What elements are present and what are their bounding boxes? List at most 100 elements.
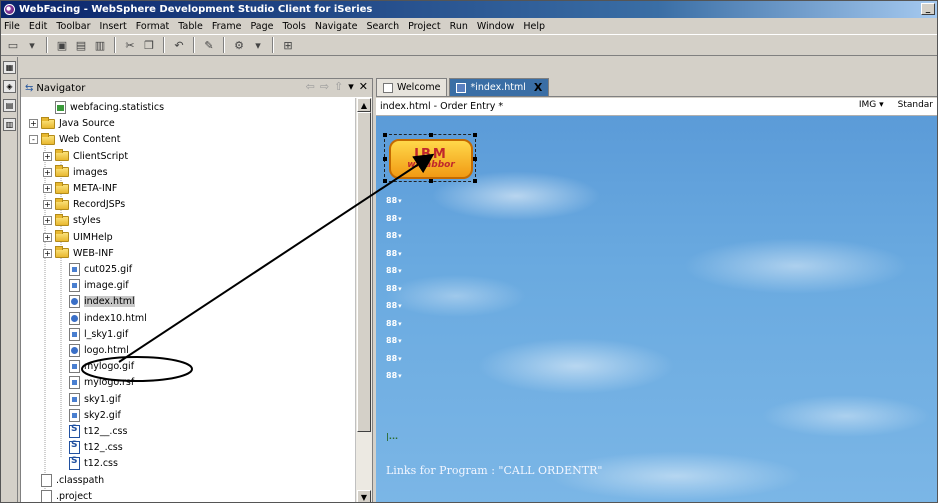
tree-item[interactable]: .classpath — [29, 473, 104, 488]
standard-dropdown[interactable]: Standar — [898, 100, 933, 110]
resource-perspective-icon[interactable]: ▤ — [3, 99, 16, 112]
view-menu-icon[interactable]: ▾ — [348, 80, 354, 93]
logo-selection[interactable]: IBM wfLabbor — [383, 133, 477, 183]
menu-file[interactable]: File — [4, 21, 20, 32]
input-field-tag[interactable]: 88 — [386, 249, 402, 258]
web-perspective-icon[interactable]: ◈ — [3, 80, 16, 93]
input-field-tag[interactable]: 88 — [386, 371, 402, 380]
scroll-thumb[interactable] — [357, 112, 371, 432]
back-icon[interactable]: ⇦ — [306, 80, 315, 93]
table-icon[interactable]: ⊞ — [280, 37, 296, 53]
tree-item[interactable]: t12_.css — [57, 440, 123, 455]
expand-icon[interactable]: + — [43, 184, 52, 193]
print-icon[interactable]: ▥ — [92, 37, 108, 53]
tree-item[interactable]: .project — [29, 489, 92, 502]
tree-item[interactable]: + META-INF — [43, 181, 117, 196]
tab-welcome[interactable]: Welcome — [376, 78, 448, 96]
tree-item[interactable]: mylogo.gif — [57, 359, 134, 374]
menu-project[interactable]: Project — [408, 21, 441, 32]
resize-handle[interactable] — [429, 179, 433, 183]
menu-table[interactable]: Table — [178, 21, 203, 32]
menu-toolbar[interactable]: Toolbar — [56, 21, 90, 32]
minimize-button[interactable]: _ — [921, 3, 935, 15]
java-perspective-icon[interactable]: ▥ — [3, 118, 16, 131]
close-tab-icon[interactable]: X — [534, 81, 542, 94]
input-field-tag[interactable]: 88 — [386, 266, 402, 275]
run-icon[interactable]: ⚙ — [231, 37, 247, 53]
tree-item[interactable]: + UIMHelp — [43, 230, 113, 245]
tree-item[interactable]: + WEB-INF — [43, 246, 114, 261]
expand-icon[interactable]: + — [43, 167, 52, 177]
tree-item[interactable]: webfacing.statistics — [43, 100, 164, 115]
tree-item[interactable]: sky2.gif — [57, 408, 121, 423]
tree-item[interactable]: index10.html — [57, 311, 147, 326]
menu-run[interactable]: Run — [450, 21, 468, 32]
resize-handle[interactable] — [473, 133, 477, 137]
resize-handle[interactable] — [473, 179, 477, 183]
collapse-icon[interactable]: - — [29, 135, 38, 145]
menu-format[interactable]: Format — [136, 21, 169, 32]
input-field-tag[interactable]: 88 — [386, 336, 402, 345]
tree-item[interactable]: logo.html — [57, 343, 129, 358]
resize-handle[interactable] — [383, 133, 387, 137]
menu-window[interactable]: Window — [477, 21, 514, 32]
pencil-icon[interactable]: ✎ — [201, 37, 217, 53]
design-canvas[interactable]: IBM wfLabbor |... Links for Program : "C… — [376, 116, 937, 502]
forward-icon[interactable]: ⇨ — [320, 80, 329, 93]
dropdown-arrow-icon[interactable]: ▾ — [24, 37, 40, 53]
scroll-down-button[interactable]: ▼ — [357, 490, 371, 502]
expand-icon[interactable]: + — [43, 200, 52, 210]
resize-handle[interactable] — [473, 157, 477, 161]
tab-index-html[interactable]: *index.html X — [449, 78, 550, 96]
input-field-tag[interactable]: 88 — [386, 214, 402, 223]
expand-icon[interactable]: + — [29, 119, 38, 129]
copy-icon[interactable]: ❐ — [141, 37, 157, 53]
resize-handle[interactable] — [383, 157, 387, 161]
tree-item[interactable]: mylogo.rsf — [57, 375, 134, 390]
tree-item[interactable]: + Java Source — [29, 116, 115, 131]
tree-item[interactable]: - Web Content — [29, 132, 121, 147]
menu-search[interactable]: Search — [366, 21, 399, 32]
resize-handle[interactable] — [383, 179, 387, 183]
save-icon[interactable]: ▣ — [54, 37, 70, 53]
menu-edit[interactable]: Edit — [29, 21, 47, 32]
tree-item[interactable]: + RecordJSPs — [43, 197, 125, 212]
tree-item[interactable]: + styles — [43, 213, 101, 228]
tree-item[interactable]: t12__.css — [57, 424, 127, 439]
program-link-text[interactable]: Links for Program : "CALL ORDENTR" — [386, 464, 602, 477]
tree-item[interactable]: image.gif — [57, 278, 129, 293]
open-perspective-icon[interactable]: ▦ — [3, 61, 16, 74]
tree-item[interactable]: sky1.gif — [57, 392, 121, 407]
navigator-scrollbar[interactable]: ▲ ▼ — [355, 98, 372, 502]
menu-help[interactable]: Help — [523, 21, 545, 32]
tree-item[interactable]: + ClientScript — [43, 149, 128, 164]
undo-icon[interactable]: ↶ — [171, 37, 187, 53]
expand-icon[interactable]: + — [43, 216, 52, 226]
input-field-tag[interactable]: 88 — [386, 196, 402, 205]
menu-frame[interactable]: Frame — [212, 21, 242, 32]
new-icon[interactable]: ▭ — [5, 37, 21, 53]
save-all-icon[interactable]: ▤ — [73, 37, 89, 53]
expand-icon[interactable]: + — [43, 232, 52, 242]
input-field-tag[interactable]: 88 — [386, 301, 402, 310]
up-icon[interactable]: ⇧ — [334, 80, 343, 93]
menu-insert[interactable]: Insert — [100, 21, 127, 32]
resize-handle[interactable] — [429, 133, 433, 137]
menu-tools[interactable]: Tools — [282, 21, 305, 32]
tree-item[interactable]: index.html — [57, 294, 135, 309]
dropdown-arrow-icon[interactable]: ▾ — [250, 37, 266, 53]
tree-item[interactable]: l_sky1.gif — [57, 327, 128, 342]
cut-icon[interactable]: ✂ — [122, 37, 138, 53]
tree-item[interactable]: + images — [43, 165, 108, 180]
tree-item[interactable]: cut025.gif — [57, 262, 132, 277]
input-field-tag[interactable]: 88 — [386, 231, 402, 240]
menu-page[interactable]: Page — [250, 21, 273, 32]
tree-item[interactable]: t12.css — [57, 456, 118, 471]
input-field-tag[interactable]: 88 — [386, 319, 402, 328]
scroll-up-button[interactable]: ▲ — [357, 98, 371, 112]
menu-navigate[interactable]: Navigate — [315, 21, 358, 32]
expand-icon[interactable]: + — [43, 151, 52, 161]
close-view-icon[interactable]: ✕ — [359, 80, 368, 93]
input-field-tag[interactable]: 88 — [386, 284, 402, 293]
expand-icon[interactable]: + — [43, 248, 52, 258]
